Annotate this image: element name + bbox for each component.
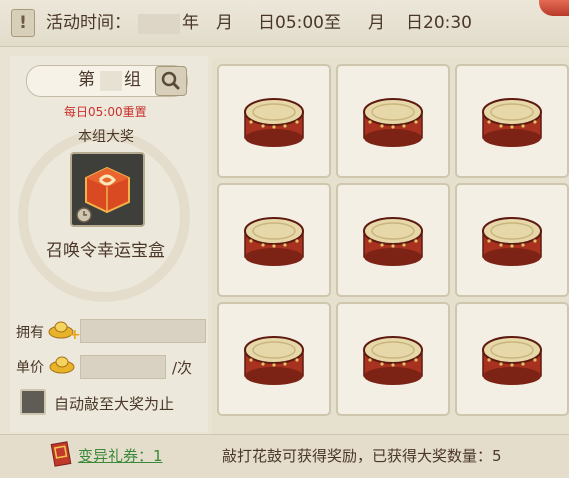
search-button[interactable] bbox=[155, 66, 187, 96]
svg-text:+: + bbox=[69, 327, 80, 341]
drum-cell-7[interactable] bbox=[217, 302, 331, 416]
gold-ingot-icon bbox=[49, 356, 75, 374]
year-value-hidden bbox=[138, 14, 180, 34]
drum-cell-8[interactable] bbox=[336, 302, 450, 416]
owned-currency-field bbox=[80, 319, 206, 343]
to-word: 至 bbox=[324, 13, 341, 33]
grand-prize-item[interactable] bbox=[70, 152, 145, 227]
coupon-icon[interactable] bbox=[50, 441, 74, 467]
month-suffix-end: 月 bbox=[368, 13, 385, 33]
drum-icon bbox=[363, 336, 423, 385]
gold-ingot-plus-icon[interactable]: + bbox=[48, 317, 80, 341]
drum-cell-6[interactable] bbox=[455, 183, 569, 297]
clock-icon bbox=[76, 207, 92, 223]
drum-icon bbox=[244, 217, 304, 266]
prize-title: 本组大奖 bbox=[78, 129, 134, 145]
auto-knock-checkbox[interactable] bbox=[20, 389, 46, 415]
activity-time-label: 活动时间： bbox=[46, 13, 131, 33]
drum-icon bbox=[244, 98, 304, 147]
year-suffix: 年 bbox=[182, 13, 199, 33]
prize-name: 召唤令幸运宝盒 bbox=[46, 241, 165, 261]
per-unit-label: /次 bbox=[172, 359, 193, 377]
search-icon bbox=[161, 71, 180, 90]
drum-cell-1[interactable] bbox=[217, 64, 331, 178]
drum-cell-9[interactable] bbox=[455, 302, 569, 416]
footer-info: 敲打花鼓可获得奖励，已获得大奖数量：5 bbox=[222, 447, 502, 465]
warning-icon[interactable]: ! bbox=[11, 9, 35, 37]
own-label: 拥有 bbox=[16, 325, 44, 341]
drum-cell-3[interactable] bbox=[455, 64, 569, 178]
price-field bbox=[80, 355, 166, 379]
drum-cell-2[interactable] bbox=[336, 64, 450, 178]
drum-icon bbox=[244, 336, 304, 385]
drum-icon bbox=[363, 217, 423, 266]
group-prefix: 第 bbox=[78, 70, 95, 90]
drum-cell-5[interactable] bbox=[336, 183, 450, 297]
end-time: 日20:30 bbox=[406, 13, 472, 33]
drum-icon bbox=[482, 336, 542, 385]
drum-icon bbox=[363, 98, 423, 147]
coupon-count[interactable]: 变异礼券：1 bbox=[78, 445, 163, 467]
start-time: 日05:00 bbox=[258, 13, 324, 33]
drum-cell-4[interactable] bbox=[217, 183, 331, 297]
month-suffix-start: 月 bbox=[216, 13, 233, 33]
drum-grid bbox=[212, 58, 569, 434]
drum-icon bbox=[482, 98, 542, 147]
group-number-hidden bbox=[100, 71, 122, 91]
group-suffix: 组 bbox=[124, 70, 141, 90]
price-label: 单价 bbox=[16, 360, 44, 376]
drum-icon bbox=[482, 217, 542, 266]
auto-knock-label: 自动敲至大奖为止 bbox=[54, 395, 175, 413]
reset-notice: 每日05:00重置 bbox=[64, 105, 147, 119]
